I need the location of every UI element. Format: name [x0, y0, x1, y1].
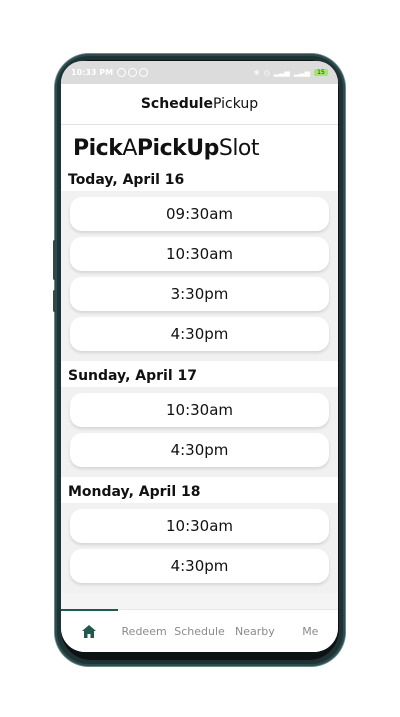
day-header: Sunday, April 17 — [61, 361, 338, 387]
notification-icons — [117, 68, 150, 77]
battery-icon: 15 — [314, 69, 328, 76]
day-header: Today, April 16 — [61, 165, 338, 191]
title-part-pick: Pick — [73, 135, 123, 161]
title-part-slot: Slot — [218, 135, 260, 161]
app-bar: Schedule Pickup — [61, 84, 338, 125]
time-slot-button[interactable]: 4:30pm — [70, 317, 329, 351]
status-right: ✻ ◷ ▂▃▅ ▂▃▅ 15 — [254, 69, 328, 77]
active-tab-indicator — [61, 609, 118, 611]
page-title: Pick A PickUp Slot — [61, 125, 338, 165]
nav-schedule[interactable]: Schedule — [172, 625, 227, 638]
nav-home[interactable] — [61, 624, 116, 638]
time-slot-button[interactable]: 4:30pm — [70, 433, 329, 467]
bottom-navigation: Redeem Schedule Nearby Me — [61, 609, 338, 652]
signal-icon: ▂▃▅ — [273, 68, 290, 77]
time-slot-button[interactable]: 09:30am — [70, 197, 329, 231]
nav-redeem[interactable]: Redeem — [116, 625, 171, 638]
alarm-icon: ◷ — [263, 68, 270, 77]
status-bar: 10:33 PM ✻ ◷ ▂▃▅ ▂▃▅ 15 — [61, 61, 338, 84]
day-header: Monday, April 18 — [61, 477, 338, 503]
nav-nearby[interactable]: Nearby — [227, 625, 282, 638]
day-section-sunday: Sunday, April 17 10:30am 4:30pm — [61, 361, 338, 477]
time-slot-button[interactable]: 10:30am — [70, 237, 329, 271]
time-slot-button[interactable]: 10:30am — [70, 393, 329, 427]
signal-icon-2: ▂▃▅ — [293, 68, 310, 77]
home-icon — [81, 624, 96, 638]
status-time: 10:33 PM — [71, 68, 114, 77]
slot-list: Pick A PickUp Slot Today, April 16 09:30am … — [61, 125, 338, 593]
bluetooth-icon: ✻ — [253, 68, 260, 77]
title-part-pickup: PickUp — [136, 135, 219, 161]
time-slot-button[interactable]: 10:30am — [70, 509, 329, 543]
app-title-bold: Schedule — [140, 96, 213, 112]
nav-me[interactable]: Me — [283, 625, 338, 638]
app-title-regular: Pickup — [212, 96, 259, 112]
day-section-today: Today, April 16 09:30am 10:30am 3:30pm 4… — [61, 165, 338, 361]
day-section-monday: Monday, April 18 10:30am 4:30pm — [61, 477, 338, 593]
power-button — [53, 290, 56, 312]
title-part-a: A — [122, 135, 137, 161]
time-slot-button[interactable]: 4:30pm — [70, 549, 329, 583]
app-screen: 10:33 PM ✻ ◷ ▂▃▅ ▂▃▅ 15 Schedule Pickup P… — [61, 61, 338, 652]
time-slot-button[interactable]: 3:30pm — [70, 277, 329, 311]
volume-button — [53, 240, 56, 280]
